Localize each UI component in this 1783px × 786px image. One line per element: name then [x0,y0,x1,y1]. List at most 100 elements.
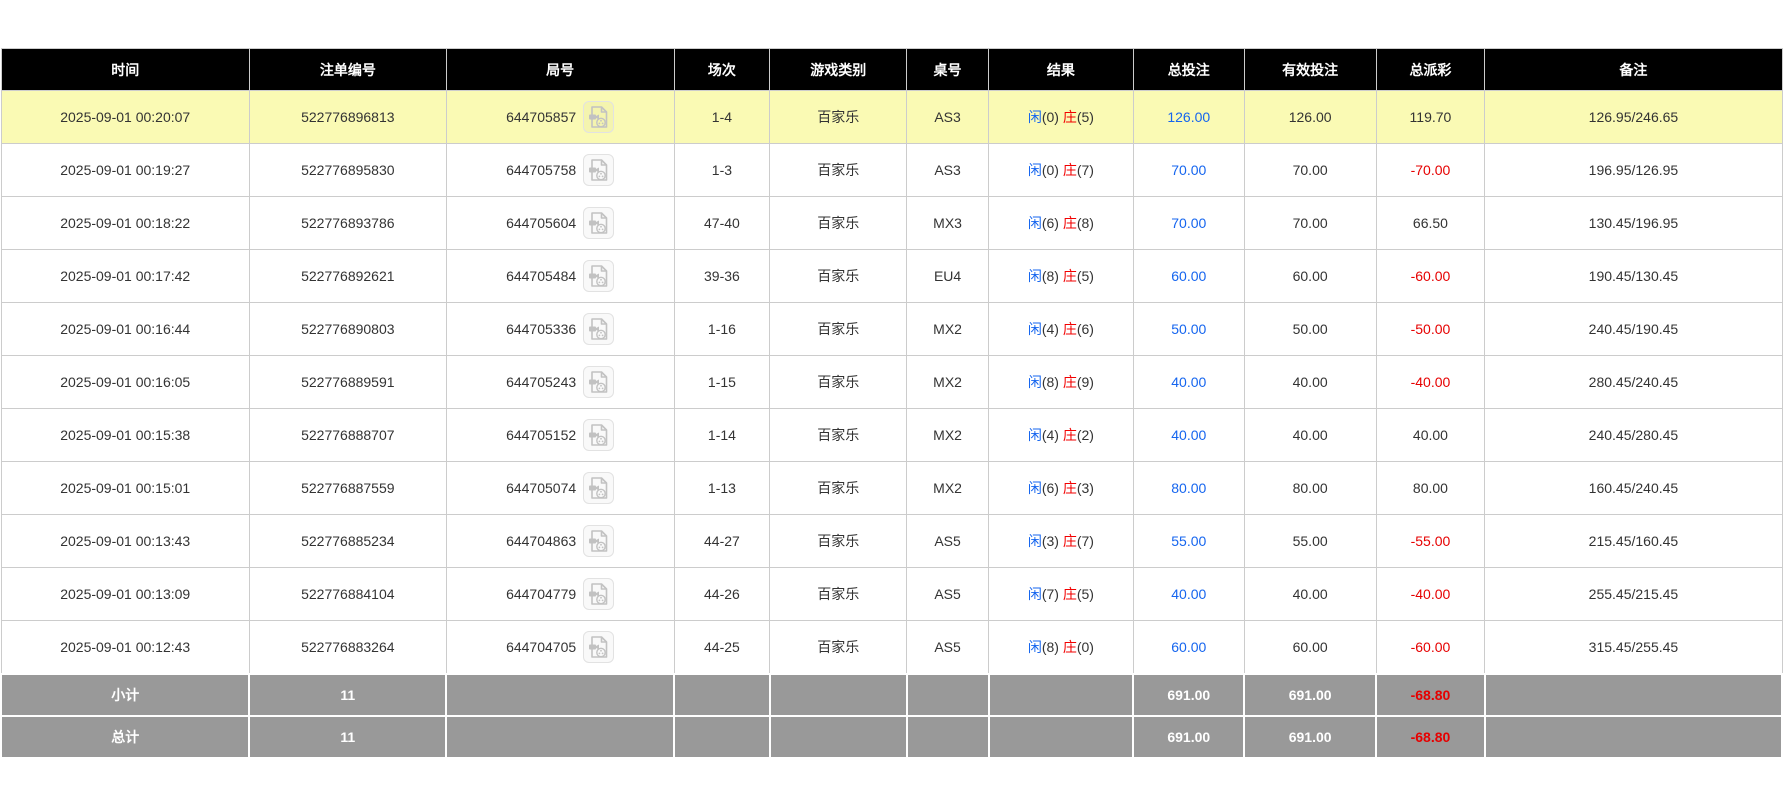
valid-bet-amount: 50.00 [1244,303,1376,356]
bet-record-row: 2025-09-01 00:15:38 522776888707 6447051… [1,409,1782,462]
col-header-total-bet: 总投注 [1133,49,1244,91]
video-replay-button[interactable] [583,260,614,292]
round-number: 644704863 [506,533,576,549]
bet-time: 2025-09-01 00:19:27 [1,144,249,197]
bet-time: 2025-09-01 00:20:07 [1,91,249,144]
grand-total-empty-cell [989,716,1134,758]
video-file-icon [588,211,610,235]
round-number: 644704705 [506,639,576,655]
total-bet-amount[interactable]: 55.00 [1133,515,1244,568]
remark-balance: 160.45/240.45 [1485,462,1782,515]
round-number: 644705074 [506,480,576,496]
subtotal-count: 11 [249,674,446,716]
banker-score: (9) [1077,374,1094,390]
session: 44-27 [674,515,770,568]
session: 1-14 [674,409,770,462]
video-file-icon [588,476,610,500]
banker-result-label: 庄 [1063,109,1077,125]
grand-total-total-bet: 691.00 [1133,716,1244,758]
round-number: 644705857 [506,109,576,125]
video-replay-button[interactable] [583,578,614,610]
video-replay-button[interactable] [583,101,614,133]
header-row: 时间 注单编号 局号 场次 游戏类别 桌号 结果 总投注 有效投注 总派彩 备注 [1,49,1782,91]
session: 1-3 [674,144,770,197]
col-header-session: 场次 [674,49,770,91]
valid-bet-amount: 40.00 [1244,409,1376,462]
total-bet-amount[interactable]: 40.00 [1133,409,1244,462]
total-payout-amount: -60.00 [1376,250,1485,303]
bet-id: 522776883264 [249,621,446,674]
result-cell: 闲(3) 庄(7) [989,515,1134,568]
video-file-icon [588,105,610,129]
grand-total-empty-cell [907,716,989,758]
session: 44-25 [674,621,770,674]
total-bet-amount[interactable]: 40.00 [1133,568,1244,621]
player-score: (6) [1042,480,1059,496]
round-cell: 644705857 [446,91,674,144]
result-cell: 闲(4) 庄(2) [989,409,1134,462]
total-bet-amount[interactable]: 80.00 [1133,462,1244,515]
bet-id: 522776887559 [249,462,446,515]
video-file-icon [588,264,610,288]
valid-bet-amount: 126.00 [1244,91,1376,144]
session: 1-13 [674,462,770,515]
total-bet-amount[interactable]: 70.00 [1133,197,1244,250]
video-replay-button[interactable] [583,313,614,345]
total-payout-amount: 119.70 [1376,91,1485,144]
valid-bet-amount: 55.00 [1244,515,1376,568]
total-bet-amount[interactable]: 50.00 [1133,303,1244,356]
round-number: 644705758 [506,162,576,178]
round-cell: 644705604 [446,197,674,250]
bet-record-row: 2025-09-01 00:17:42 522776892621 6447054… [1,250,1782,303]
banker-result-label: 庄 [1063,533,1077,549]
total-payout-amount: 40.00 [1376,409,1485,462]
total-bet-amount[interactable]: 70.00 [1133,144,1244,197]
subtotal-empty-cell [674,674,770,716]
video-file-icon [588,423,610,447]
player-score: (6) [1042,215,1059,231]
video-file-icon [588,158,610,182]
banker-score: (5) [1077,268,1094,284]
game-type: 百家乐 [770,250,907,303]
video-replay-button[interactable] [583,525,614,557]
bet-id: 522776892621 [249,250,446,303]
player-result-label: 闲 [1028,215,1042,231]
game-type: 百家乐 [770,621,907,674]
video-replay-button[interactable] [583,154,614,186]
col-header-result: 结果 [989,49,1134,91]
col-header-table-no: 桌号 [907,49,989,91]
total-bet-amount[interactable]: 60.00 [1133,250,1244,303]
subtotal-empty-cell [770,674,907,716]
banker-result-label: 庄 [1063,639,1077,655]
result-cell: 闲(8) 庄(9) [989,356,1134,409]
round-cell: 644705484 [446,250,674,303]
session: 1-15 [674,356,770,409]
video-replay-button[interactable] [583,207,614,239]
bet-time: 2025-09-01 00:12:43 [1,621,249,674]
subtotal-total-payout: -68.80 [1376,674,1485,716]
grand-total-empty-cell [770,716,907,758]
game-type: 百家乐 [770,409,907,462]
round-number: 644705336 [506,321,576,337]
video-replay-button[interactable] [583,419,614,451]
total-bet-amount[interactable]: 126.00 [1133,91,1244,144]
valid-bet-amount: 70.00 [1244,144,1376,197]
remark-balance: 255.45/215.45 [1485,568,1782,621]
total-payout-amount: -40.00 [1376,568,1485,621]
total-bet-amount[interactable]: 40.00 [1133,356,1244,409]
valid-bet-amount: 70.00 [1244,197,1376,250]
video-file-icon [588,635,610,659]
video-replay-button[interactable] [583,472,614,504]
subtotal-row: 小计 11 691.00 691.00 -68.80 [1,674,1782,716]
valid-bet-amount: 60.00 [1244,250,1376,303]
player-result-label: 闲 [1028,427,1042,443]
total-bet-amount[interactable]: 60.00 [1133,621,1244,674]
bet-id: 522776888707 [249,409,446,462]
remark-balance: 215.45/160.45 [1485,515,1782,568]
player-result-label: 闲 [1028,533,1042,549]
video-replay-button[interactable] [583,366,614,398]
table-number: EU4 [907,250,989,303]
banker-score: (7) [1077,162,1094,178]
player-score: (7) [1042,586,1059,602]
video-replay-button[interactable] [583,631,614,663]
